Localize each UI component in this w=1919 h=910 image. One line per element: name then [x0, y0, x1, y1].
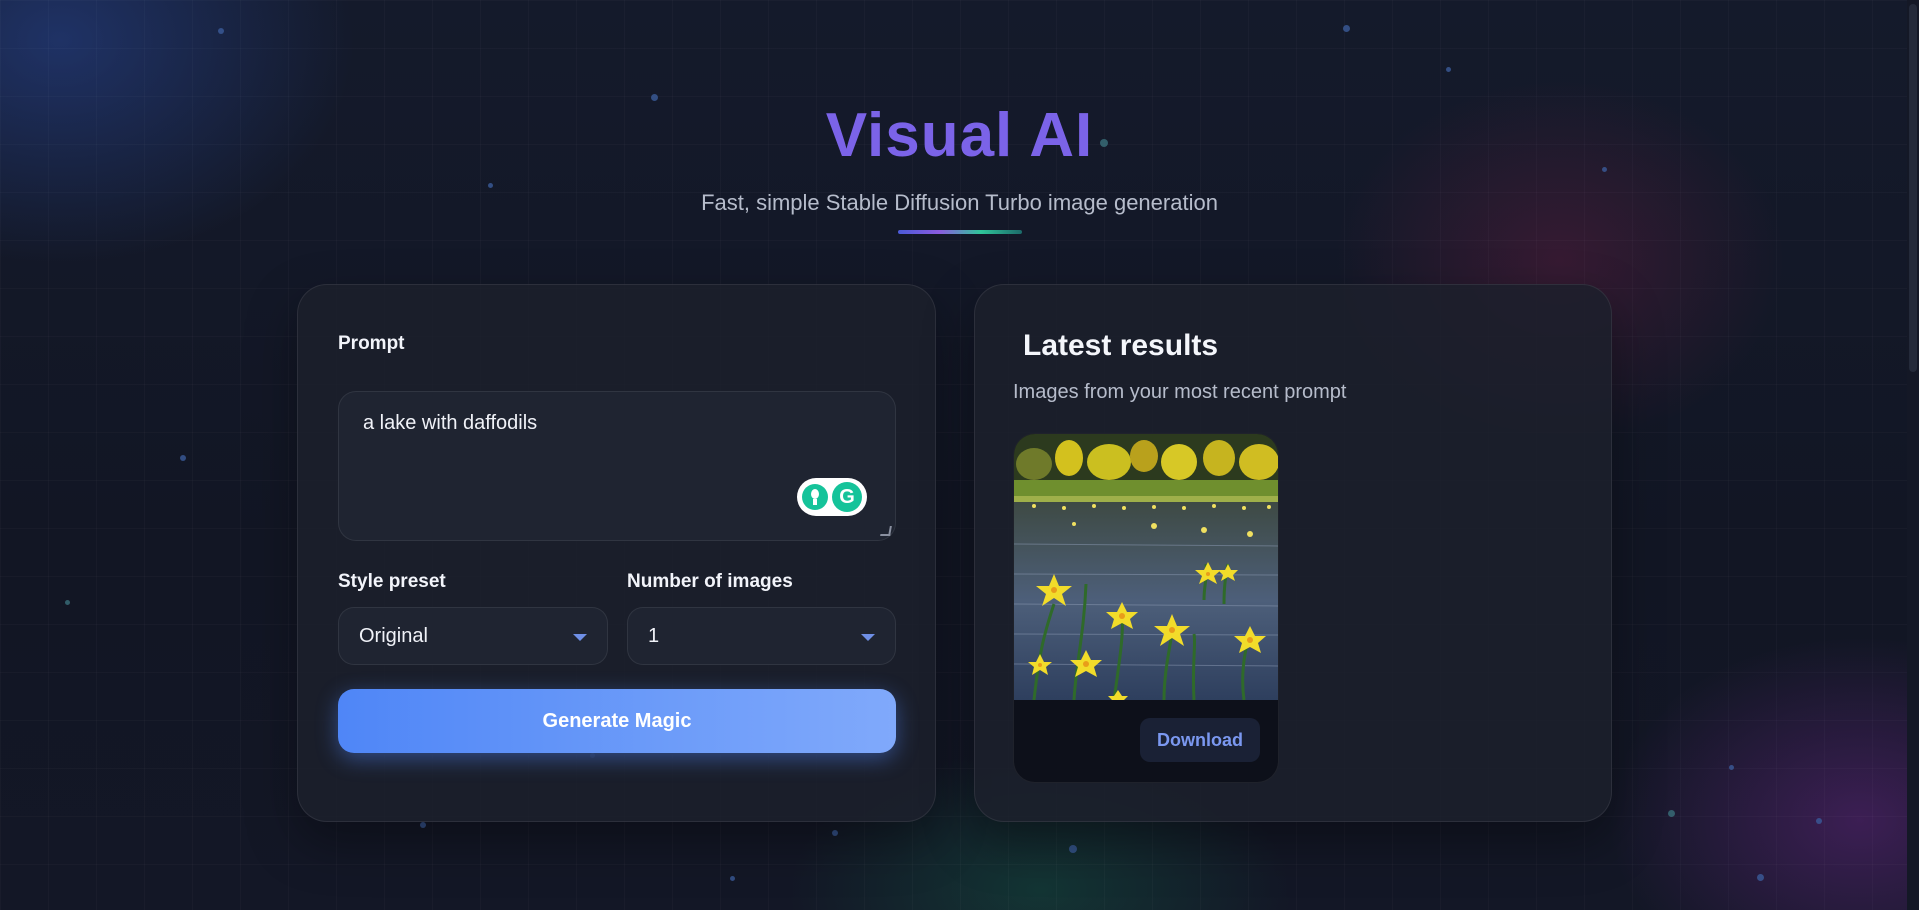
star-dot [420, 822, 426, 828]
star-dot [730, 876, 735, 881]
prompt-label: Prompt [338, 333, 405, 354]
style-preset-select[interactable]: Original [338, 607, 608, 665]
style-preset-value: Original [359, 625, 428, 647]
page-subtitle: Fast, simple Stable Diffusion Turbo imag… [701, 190, 1218, 215]
star-dot [1729, 765, 1734, 770]
result-card: Download [1013, 433, 1279, 783]
star-dot [180, 455, 186, 461]
page-title: Visual AI [825, 101, 1094, 170]
star-dot [1816, 818, 1822, 824]
star-dot [1757, 874, 1764, 881]
number-of-images-value: 1 [648, 625, 660, 647]
star-dot [1069, 845, 1077, 853]
number-of-images-label: Number of images [627, 571, 793, 592]
star-dot [65, 600, 70, 605]
results-panel: Latest results Images from your most rec… [974, 284, 1612, 822]
star-dot [832, 830, 838, 836]
grammarly-widget[interactable]: G [797, 478, 867, 516]
prompt-textarea[interactable]: a lake with daffodils G [338, 391, 896, 541]
download-button[interactable]: Download [1140, 718, 1260, 762]
page-header: Visual AI Fast, simple Stable Diffusion … [0, 96, 1919, 234]
grammarly-icon[interactable]: G [832, 482, 862, 512]
resize-handle-icon[interactable] [880, 526, 892, 536]
lightbulb-icon[interactable] [802, 484, 828, 510]
star-dot [1446, 67, 1451, 72]
title-underline [897, 230, 1022, 234]
results-subtitle: Images from your most recent prompt [1013, 381, 1347, 403]
generated-image[interactable] [1014, 434, 1278, 700]
generate-button[interactable]: Generate Magic [338, 689, 896, 753]
chevron-down-icon [573, 634, 587, 641]
generator-panel: Prompt a lake with daffodils G Style pre… [297, 284, 936, 822]
style-preset-label: Style preset [338, 571, 446, 592]
number-of-images-select[interactable]: 1 [627, 607, 896, 665]
prompt-text: a lake with daffodils [363, 412, 538, 434]
daffodil-lake-image [1014, 434, 1278, 700]
star-dot [1668, 810, 1675, 817]
chevron-down-icon [861, 634, 875, 641]
star-dot [218, 28, 224, 34]
results-title: Latest results [1023, 329, 1219, 362]
star-dot [1343, 25, 1350, 32]
